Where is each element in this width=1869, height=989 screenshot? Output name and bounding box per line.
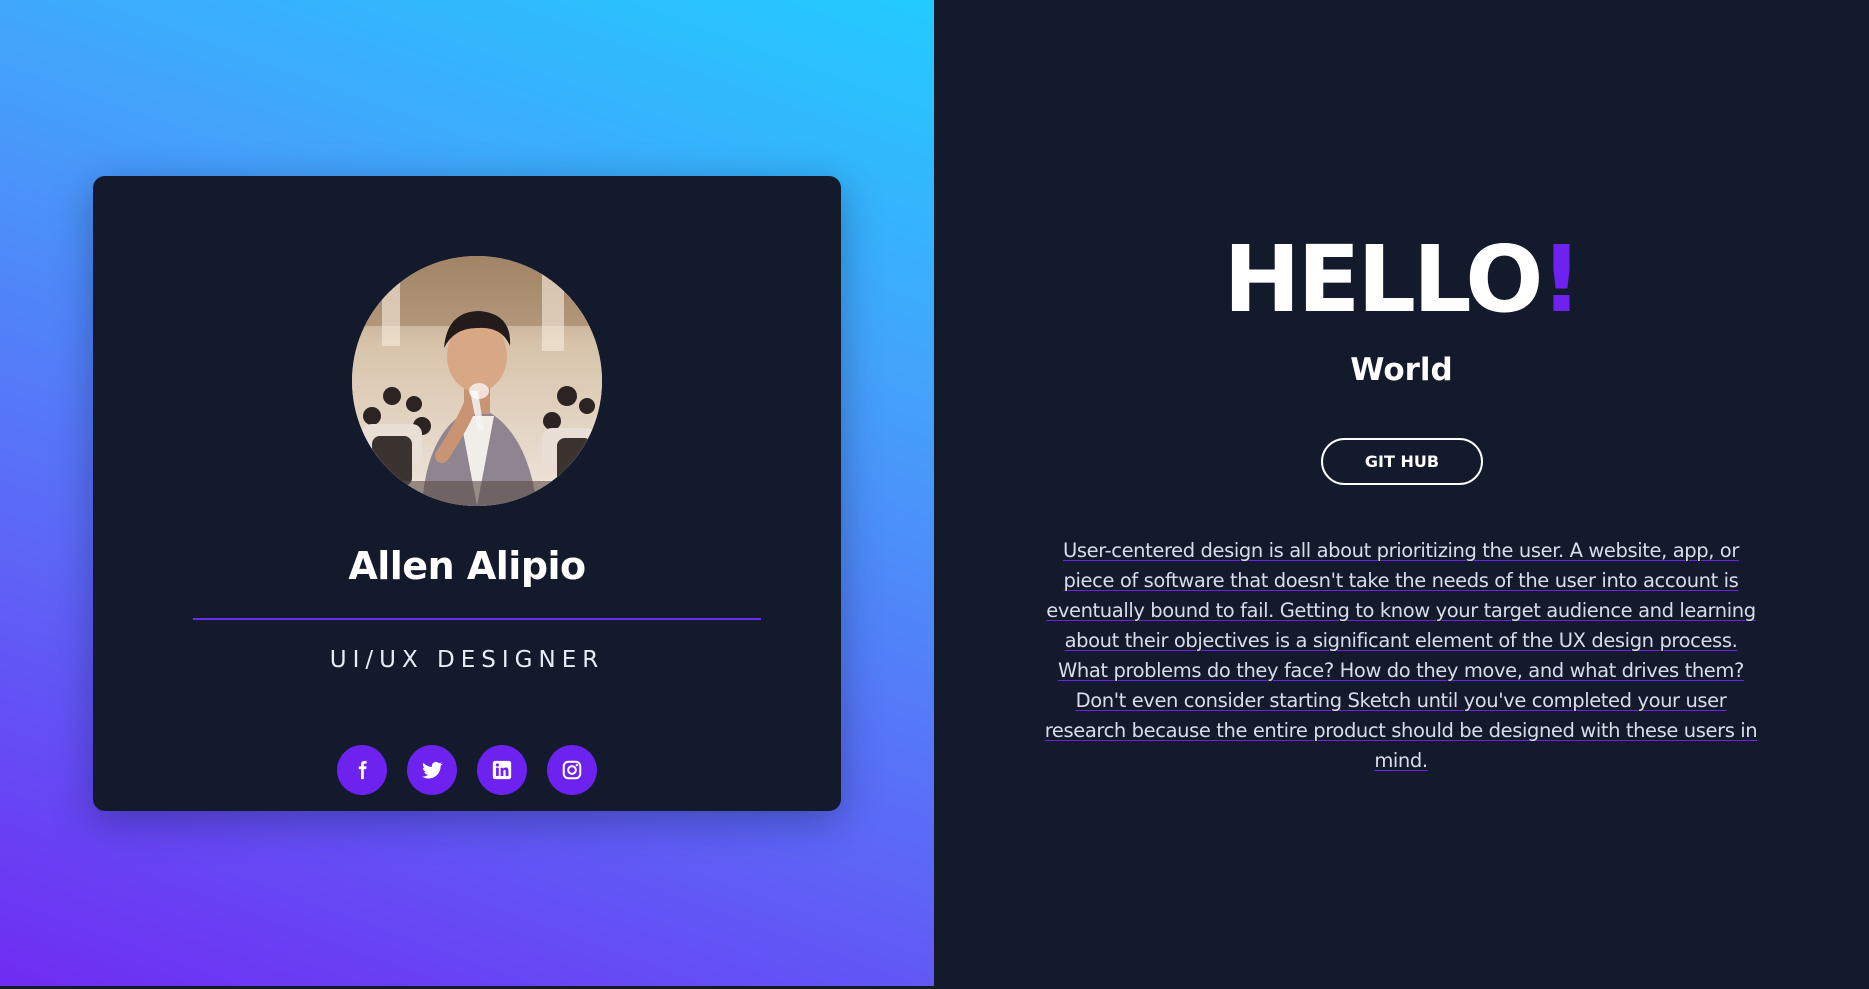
hero-exclamation: !	[1540, 226, 1583, 333]
description: User-centered design is all about priori…	[1044, 536, 1758, 776]
divider	[193, 618, 761, 620]
description-text: User-centered design is all about priori…	[1044, 539, 1758, 772]
profile-role: UI/UX DESIGNER	[329, 647, 605, 673]
profile-name: Allen Alipio	[348, 544, 586, 588]
hero-subtitle: World	[1350, 352, 1453, 388]
twitter-link[interactable]	[407, 745, 457, 795]
left-panel: Allen Alipio UI/UX DESIGNER	[0, 0, 934, 986]
hero-heading: HELLO!	[934, 220, 1869, 340]
profile-card: Allen Alipio UI/UX DESIGNER	[93, 176, 841, 811]
instagram-icon	[562, 760, 582, 780]
hero-hello-text: HELLO	[1223, 226, 1544, 333]
instagram-link[interactable]	[547, 745, 597, 795]
github-button[interactable]: GIT HUB	[1321, 438, 1483, 485]
avatar-photo	[352, 256, 602, 506]
facebook-icon	[358, 760, 367, 780]
linkedin-icon	[492, 760, 512, 780]
linkedin-link[interactable]	[477, 745, 527, 795]
right-panel: HELLO! World GIT HUB User-centered desig…	[934, 0, 1869, 989]
page: Allen Alipio UI/UX DESIGNER HELLO! World…	[0, 0, 1869, 989]
facebook-link[interactable]	[337, 745, 387, 795]
twitter-icon	[422, 761, 443, 779]
social-links	[337, 745, 597, 795]
avatar	[352, 256, 602, 506]
